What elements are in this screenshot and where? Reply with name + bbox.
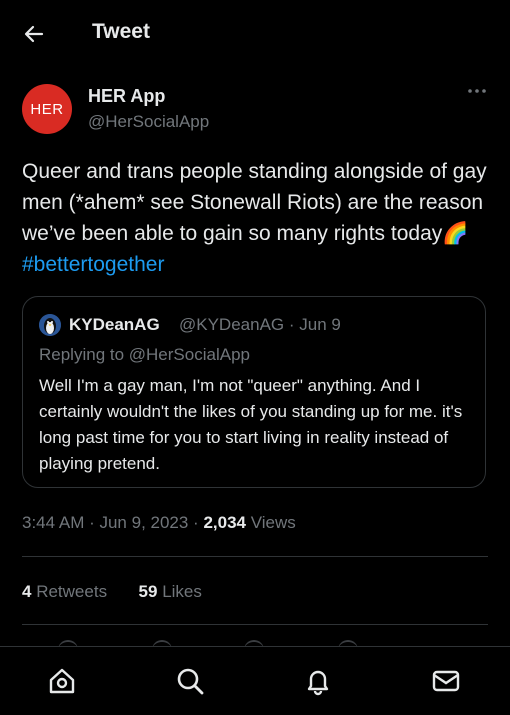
quoted-author-avatar: [39, 314, 61, 336]
quoted-author-name: KYDeanAG: [69, 315, 160, 334]
likes-label: Likes: [162, 582, 202, 601]
quoted-tweet-text: Well I'm a gay man, I'm not "queer" anyt…: [39, 376, 463, 473]
retweets-stat[interactable]: 4 Retweets: [22, 582, 107, 601]
bottom-tab-bar: [0, 646, 510, 715]
page-title: Tweet: [92, 20, 150, 43]
tweet-timestamp: 3:44 AM · Jun 9, 2023 · 2,034 Views: [22, 513, 296, 533]
divider: [22, 624, 488, 625]
engagement-stats: 4 Retweets 59 Likes: [22, 582, 202, 602]
more-options-icon[interactable]: [466, 86, 488, 104]
rainbow-emoji: 🌈: [442, 222, 469, 245]
back-arrow-icon[interactable]: [22, 22, 46, 46]
divider: [22, 556, 488, 557]
top-header: Tweet: [0, 0, 510, 66]
author-name[interactable]: HER App: [88, 86, 165, 107]
views-count: 2,034: [203, 513, 246, 532]
timestamp-time[interactable]: 3:44 AM · Jun 9, 2023 ·: [22, 513, 203, 532]
likes-stat[interactable]: 59 Likes: [139, 582, 202, 601]
search-icon[interactable]: [174, 665, 206, 697]
quoted-tweet[interactable]: KYDeanAG @KYDeanAG · Jun 9 Replying to @…: [22, 296, 486, 488]
notifications-icon[interactable]: [302, 665, 334, 697]
tweet-body: Queer and trans people standing alongsid…: [22, 160, 487, 245]
hashtag-link[interactable]: #bettertogether: [22, 253, 164, 276]
quoted-author-meta: @KYDeanAG · Jun 9: [179, 315, 341, 334]
avatar-text: HER: [30, 100, 64, 118]
replying-to: Replying to @HerSocialApp: [39, 345, 250, 364]
tweet-text: Queer and trans people standing alongsid…: [22, 156, 492, 280]
likes-count: 59: [138, 582, 158, 601]
retweets-label: Retweets: [36, 582, 108, 601]
views-label: Views: [246, 513, 296, 532]
messages-icon[interactable]: [430, 665, 462, 697]
home-icon[interactable]: [46, 665, 78, 697]
author-handle[interactable]: @HerSocialApp: [88, 112, 209, 132]
author-avatar[interactable]: HER: [22, 84, 72, 134]
retweets-count: 4: [22, 582, 32, 601]
